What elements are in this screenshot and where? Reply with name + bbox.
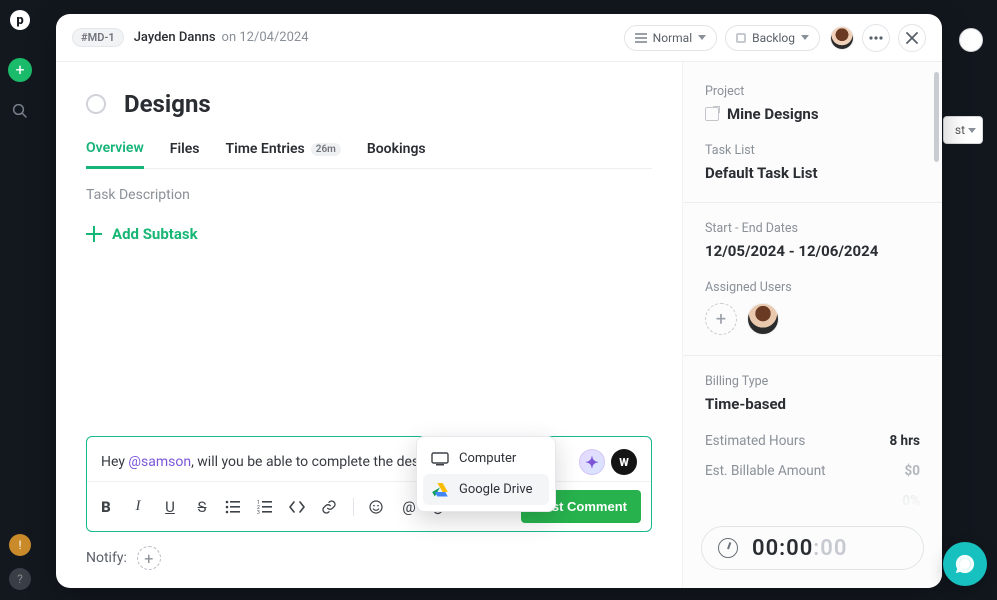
create-button[interactable]: + <box>8 58 32 82</box>
bullet-list-button[interactable] <box>225 500 243 514</box>
comment-area: Hey @samson, will you be able to complet… <box>86 436 652 570</box>
svg-text:3: 3 <box>257 510 260 514</box>
app-rail: p + ! ? <box>0 0 40 600</box>
bg-avatar <box>959 28 983 52</box>
assigned-label: Assigned Users <box>705 280 920 295</box>
task-title[interactable]: Designs <box>124 90 211 118</box>
notify-label: Notify: <box>86 550 127 566</box>
tab-time-entries[interactable]: Time Entries 26m <box>226 140 341 168</box>
priority-dropdown[interactable]: Normal <box>624 25 717 51</box>
project-label: Project <box>705 84 920 99</box>
tasklist-label: Task List <box>705 143 920 158</box>
task-sidebar: Project Mine Designs Task List Default T… <box>682 62 942 588</box>
alerts-icon[interactable]: ! <box>9 534 31 556</box>
search-icon[interactable] <box>11 102 29 120</box>
attach-menu: Computer Google Drive <box>416 436 556 512</box>
timer-hhmm: 00:00 <box>752 536 813 561</box>
attach-computer-label: Computer <box>459 451 516 466</box>
tabs: Overview Files Time Entries 26m Bookings <box>86 140 652 169</box>
attach-google-drive[interactable]: Google Drive <box>423 474 549 505</box>
est-hours-value: 8 hrs <box>889 433 920 449</box>
bg-list-dropdown: st <box>943 116 983 144</box>
plus-icon <box>86 226 102 242</box>
mention[interactable]: @samson <box>128 454 191 470</box>
numbered-list-button[interactable]: 123 <box>257 500 275 514</box>
emoji-button[interactable] <box>368 499 386 515</box>
chevron-down-icon <box>968 128 976 133</box>
editor-toolbar: B I U S 123 <box>87 481 651 531</box>
est-bill-label: Est. Billable Amount <box>705 463 826 479</box>
add-assignee-button[interactable]: + <box>705 303 737 335</box>
project-value[interactable]: Mine Designs <box>727 105 819 123</box>
tab-files[interactable]: Files <box>170 140 200 168</box>
close-button[interactable] <box>898 24 926 52</box>
tab-bookings[interactable]: Bookings <box>367 140 426 168</box>
help-icon[interactable]: ? <box>9 568 31 590</box>
add-subtask-label: Add Subtask <box>112 225 198 243</box>
link-button[interactable] <box>321 499 339 515</box>
italic-button[interactable]: I <box>129 498 147 515</box>
external-link-icon <box>705 107 719 121</box>
assignee-avatar[interactable] <box>747 303 779 335</box>
bold-button[interactable]: B <box>97 498 115 516</box>
app-logo[interactable]: p <box>10 10 30 30</box>
tasklist-value[interactable]: Default Task List <box>705 164 920 182</box>
task-main: Designs Overview Files Time Entries 26m … <box>56 62 682 588</box>
toolbar-divider <box>353 498 354 516</box>
time-badge: 26m <box>311 143 341 156</box>
attach-gdrive-label: Google Drive <box>459 482 532 497</box>
clock-icon <box>718 538 738 558</box>
attach-computer[interactable]: Computer <box>423 443 549 474</box>
priority-label: Normal <box>653 31 692 45</box>
underline-button[interactable]: U <box>161 498 179 516</box>
ai-assist-button[interactable]: ✦ <box>579 449 605 475</box>
chevron-down-icon <box>801 35 809 40</box>
fade <box>683 484 936 514</box>
modal-header: #MD-1 Jayden Danns on 12/04/2024 Normal … <box>56 14 942 62</box>
computer-icon <box>431 452 449 466</box>
billing-value[interactable]: Time-based <box>705 395 920 413</box>
status-icon <box>736 33 746 43</box>
complete-toggle[interactable] <box>86 94 106 114</box>
ticket-chip[interactable]: #MD-1 <box>72 28 124 47</box>
description-label: Task Description <box>86 187 652 203</box>
owner-avatar[interactable] <box>830 26 854 50</box>
support-fab[interactable] <box>943 542 987 586</box>
tab-time-label: Time Entries <box>226 141 305 157</box>
more-button[interactable] <box>862 24 890 52</box>
add-subtask-button[interactable]: Add Subtask <box>86 225 652 243</box>
code-button[interactable] <box>289 501 307 513</box>
google-drive-icon <box>431 483 449 497</box>
priority-icon <box>635 33 647 43</box>
add-notify-user-button[interactable]: + <box>137 546 161 570</box>
strike-button[interactable]: S <box>193 498 211 516</box>
comment-text-prefix: Hey <box>101 454 128 470</box>
est-hours-label: Estimated Hours <box>705 433 805 449</box>
timer-button[interactable]: 00:00:00 <box>701 526 924 570</box>
timer-ss: :00 <box>813 536 847 561</box>
dates-value[interactable]: 12/05/2024 - 12/06/2024 <box>705 242 920 260</box>
notify-row: Notify: + <box>86 546 652 570</box>
author-name: Jayden Danns <box>134 30 216 45</box>
divider <box>683 355 942 356</box>
bg-list-text: st <box>955 123 965 137</box>
est-bill-value: $0 <box>905 463 921 479</box>
task-modal: #MD-1 Jayden Danns on 12/04/2024 Normal … <box>56 14 942 588</box>
status-dropdown[interactable]: Backlog <box>725 25 820 51</box>
dates-label: Start - End Dates <box>705 221 920 236</box>
created-date: on 12/04/2024 <box>222 30 309 45</box>
app-integration-button[interactable]: W <box>611 449 637 475</box>
comment-editor[interactable]: Hey @samson, will you be able to complet… <box>86 436 652 532</box>
timer-value: 00:00:00 <box>752 536 847 561</box>
tab-overview[interactable]: Overview <box>86 140 144 169</box>
divider <box>683 202 942 203</box>
billing-label: Billing Type <box>705 374 920 389</box>
status-label: Backlog <box>752 31 795 45</box>
chevron-down-icon <box>698 35 706 40</box>
